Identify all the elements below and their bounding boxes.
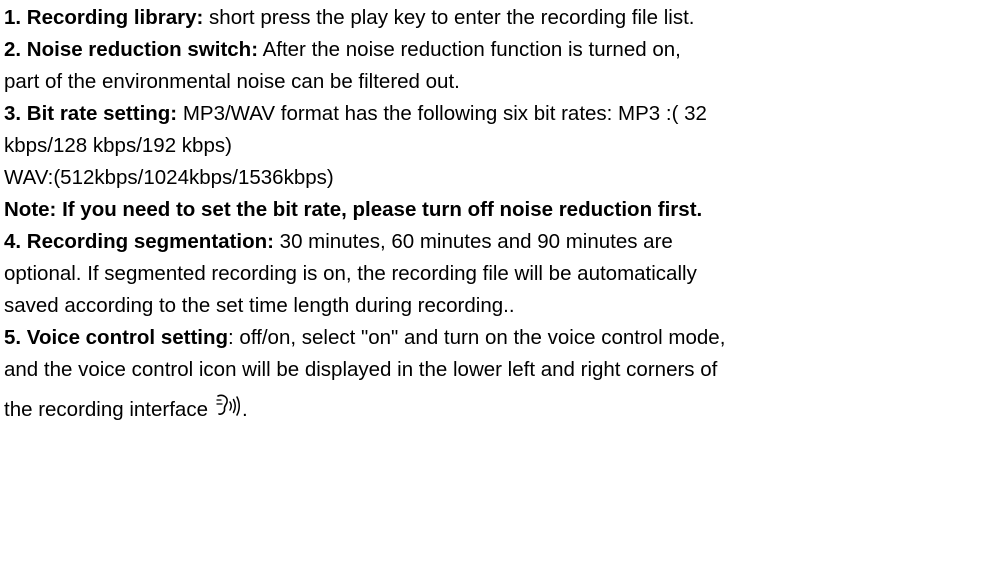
- item-text-line: kbps/128 kbps/192 kbps): [4, 134, 232, 157]
- item-title: 3. Bit rate setting:: [4, 102, 178, 125]
- item-voice-control: 5. Voice control setting: off/on, select…: [4, 322, 984, 354]
- item-bit-rate: 3. Bit rate setting: MP3/WAV format has …: [4, 98, 984, 130]
- item-text-line: saved according to the set time length d…: [4, 294, 515, 317]
- item-title: 2. Noise reduction switch:: [4, 38, 259, 61]
- item-text: : off/on, select "on" and turn on the vo…: [228, 326, 726, 349]
- item-text-line: WAV:(512kbps/1024kbps/1536kbps): [4, 166, 334, 189]
- item-text-line: the recording interface .: [4, 386, 984, 434]
- bit-rate-note: Note: If you need to set the bit rate, p…: [4, 198, 703, 221]
- item-text: the recording interface: [4, 398, 208, 421]
- manual-text: 1. Recording library: short press the pl…: [4, 2, 984, 434]
- item-text-line: and the voice control icon will be displ…: [4, 358, 718, 381]
- item-noise-reduction: 2. Noise reduction switch: After the noi…: [4, 34, 984, 66]
- item-text: short press the play key to enter the re…: [203, 6, 695, 29]
- item-title: 4. Recording segmentation:: [4, 230, 274, 253]
- item-text-line: part of the environmental noise can be f…: [4, 70, 460, 93]
- item-recording-library: 1. Recording library: short press the pl…: [4, 2, 984, 34]
- item-title: 1. Recording library:: [4, 6, 204, 29]
- voice-control-icon: [216, 394, 240, 416]
- item-text: 30 minutes, 60 minutes and 90 minutes ar…: [273, 230, 673, 253]
- item-title: 5. Voice control setting: [4, 326, 229, 349]
- item-text: MP3/WAV format has the following six bit…: [177, 102, 707, 125]
- item-recording-segmentation: 4. Recording segmentation: 30 minutes, 6…: [4, 226, 984, 258]
- item-text-line: optional. If segmented recording is on, …: [4, 262, 697, 285]
- item-text: After the noise reduction function is tu…: [258, 38, 681, 61]
- item-text: .: [241, 398, 248, 421]
